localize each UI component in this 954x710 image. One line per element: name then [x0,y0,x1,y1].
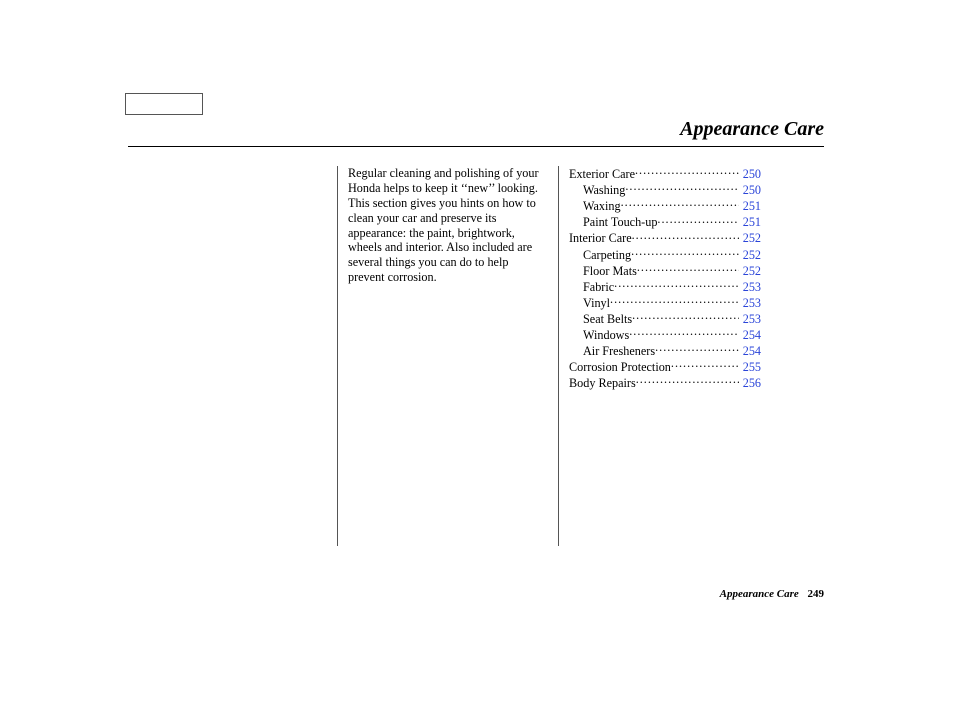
toc-row: Paint Touch-up 251 [569,214,761,230]
toc-page-link[interactable]: 250 [739,167,761,182]
toc-leader-dots [655,343,739,355]
toc-page-link[interactable]: 253 [739,280,761,295]
toc-page-link[interactable]: 255 [739,360,761,375]
intro-text: Regular cleaning and polishing of your H… [348,166,540,285]
toc-leader-dots [614,278,739,290]
toc-row: Carpeting 252 [569,246,761,262]
toc-column: Exterior Care250Washing250Waxing251Paint… [558,166,761,546]
toc-page-link[interactable]: 250 [739,183,761,198]
toc-row: Vinyl 253 [569,295,761,311]
toc-page-link[interactable]: 256 [739,376,761,391]
toc-leader-dots [671,359,739,371]
toc-leader-dots [632,230,739,242]
toc-row: Air Fresheners 254 [569,343,761,359]
toc-row: Exterior Care 250 [569,166,761,182]
toc-label: Windows [569,328,629,343]
toc-row: Seat Belts 253 [569,311,761,327]
toc-leader-dots [636,375,739,387]
toc-leader-dots [621,198,739,210]
toc-label: Waxing [569,199,621,214]
toc-row: Windows 254 [569,327,761,343]
toc-label: Body Repairs [569,376,636,391]
toc-label: Carpeting [569,248,631,263]
toc-leader-dots [632,311,739,323]
toc-row: Body Repairs 256 [569,375,761,391]
toc-row: Floor Mats 252 [569,262,761,278]
toc-leader-dots [657,214,738,226]
toc-page-link[interactable]: 252 [739,231,761,246]
toc-page-link[interactable]: 251 [739,199,761,214]
toc-page-link[interactable]: 253 [739,312,761,327]
toc-label: Vinyl [569,296,610,311]
toc-leader-dots [629,327,738,339]
toc-label: Fabric [569,280,614,295]
header-thumb-box [125,93,203,115]
toc-label: Exterior Care [569,167,635,182]
page: Appearance Care Regular cleaning and pol… [0,0,954,710]
toc-page-link[interactable]: 252 [739,248,761,263]
toc-leader-dots [610,295,739,307]
toc-label: Floor Mats [569,264,637,279]
toc-label: Paint Touch-up [569,215,657,230]
toc-leader-dots [625,182,738,194]
toc-leader-dots [637,262,739,274]
toc-label: Washing [569,183,625,198]
footer-page-number: 249 [802,588,825,600]
toc-row: Waxing 251 [569,198,761,214]
toc-label: Corrosion Protection [569,360,671,375]
toc-label: Air Fresheners [569,344,655,359]
footer-section-label: Appearance Care [720,588,799,600]
toc-row: Interior Care 252 [569,230,761,246]
toc-row: Fabric 253 [569,278,761,294]
header-rule [128,146,824,147]
toc-page-link[interactable]: 253 [739,296,761,311]
toc-leader-dots [635,166,739,178]
toc-row: Washing 250 [569,182,761,198]
toc-leader-dots [631,246,739,258]
intro-column: Regular cleaning and polishing of your H… [337,166,540,546]
toc-page-link[interactable]: 251 [739,215,761,230]
toc-label: Interior Care [569,231,632,246]
toc-row: Corrosion Protection 255 [569,359,761,375]
toc-page-link[interactable]: 254 [739,328,761,343]
toc-page-link[interactable]: 254 [739,344,761,359]
page-footer: Appearance Care 249 [720,588,824,600]
page-title: Appearance Care [680,118,824,141]
toc-label: Seat Belts [569,312,632,327]
toc-page-link[interactable]: 252 [739,264,761,279]
content-columns: Regular cleaning and polishing of your H… [337,166,761,546]
